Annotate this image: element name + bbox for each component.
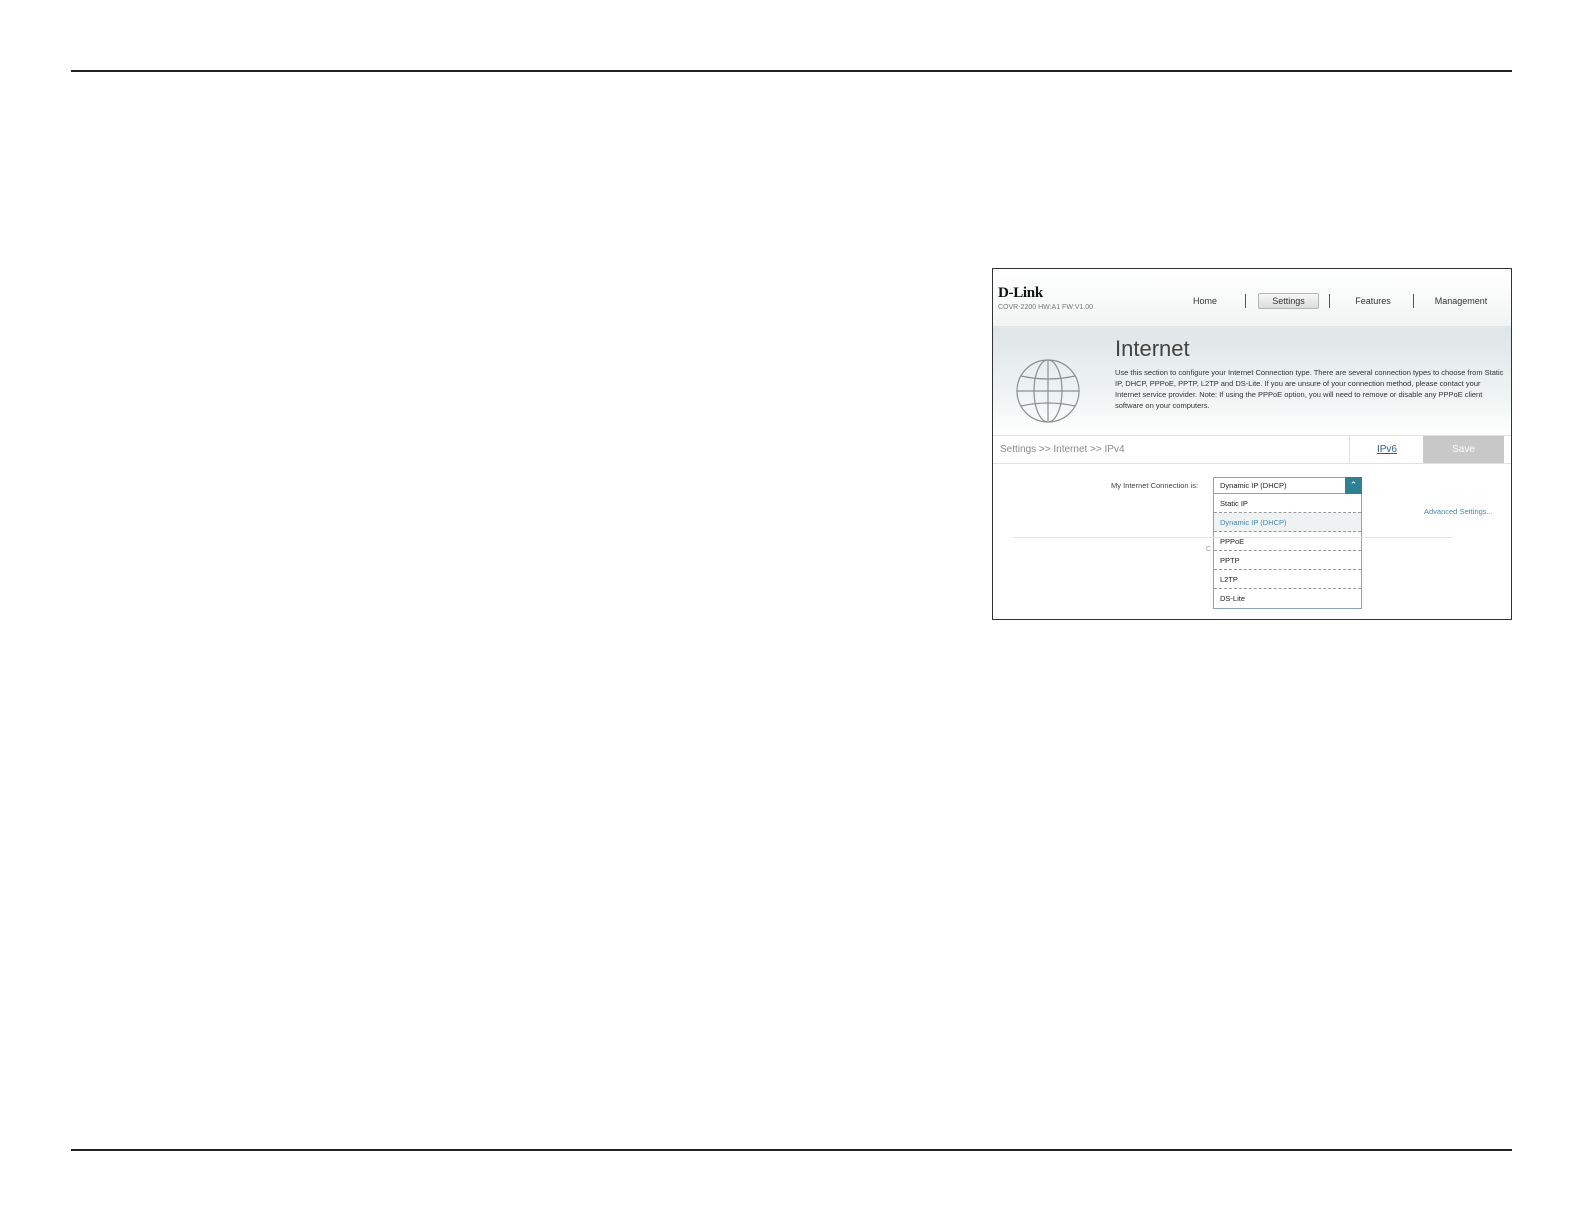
nav-separator	[1413, 294, 1414, 308]
nav-separator	[1329, 294, 1330, 308]
nav-management[interactable]: Management	[1421, 293, 1501, 309]
option-pptp[interactable]: PPTP	[1214, 551, 1361, 570]
option-pppoe[interactable]: PPPoE	[1214, 532, 1361, 551]
connection-type-label: My Internet Connection is:	[1111, 481, 1199, 490]
router-ui-screenshot: D-Link COVR-2200 HW:A1 FW:V1.00 Home Set…	[992, 268, 1512, 620]
page-description: Use this section to configure your Inter…	[1115, 368, 1504, 410]
option-static-ip[interactable]: Static IP	[1214, 494, 1361, 513]
advanced-settings-link[interactable]: Advanced Settings...	[1424, 507, 1493, 516]
option-ds-lite[interactable]: DS-Lite	[1214, 589, 1361, 608]
nav-features[interactable]: Features	[1341, 293, 1405, 309]
breadcrumb: Settings >> Internet >> IPv4	[1000, 444, 1125, 455]
breadcrumb-bar: Settings >> Internet >> IPv4 IPv6 Save	[993, 435, 1511, 464]
main-nav: Home Settings Features Management	[993, 293, 1511, 309]
save-button[interactable]: Save	[1423, 436, 1504, 463]
nav-home[interactable]: Home	[1175, 293, 1235, 309]
option-dynamic-ip[interactable]: Dynamic IP (DHCP)	[1214, 513, 1361, 532]
partial-hidden-text: C	[1206, 546, 1212, 553]
nav-settings[interactable]: Settings	[1258, 293, 1319, 309]
chevron-up-icon[interactable]: ⌃	[1345, 477, 1362, 494]
section-divider	[1013, 537, 1453, 538]
internet-banner: Internet Use this section to configure y…	[993, 326, 1511, 435]
page-title: Internet	[1115, 336, 1190, 361]
header-bar: D-Link COVR-2200 HW:A1 FW:V1.00 Home Set…	[993, 269, 1511, 327]
page-bottom-rule	[71, 1149, 1512, 1151]
page-top-rule	[71, 70, 1512, 72]
option-l2tp[interactable]: L2TP	[1214, 570, 1361, 589]
connection-type-value: Dynamic IP (DHCP)	[1220, 481, 1287, 490]
tab-ipv6[interactable]: IPv6	[1349, 436, 1424, 463]
nav-separator	[1245, 294, 1246, 308]
connection-type-dropdown: Static IP Dynamic IP (DHCP) PPPoE PPTP L…	[1213, 494, 1362, 609]
connection-type-select[interactable]: Dynamic IP (DHCP) ⌃	[1213, 477, 1362, 494]
globe-icon	[1016, 359, 1080, 423]
